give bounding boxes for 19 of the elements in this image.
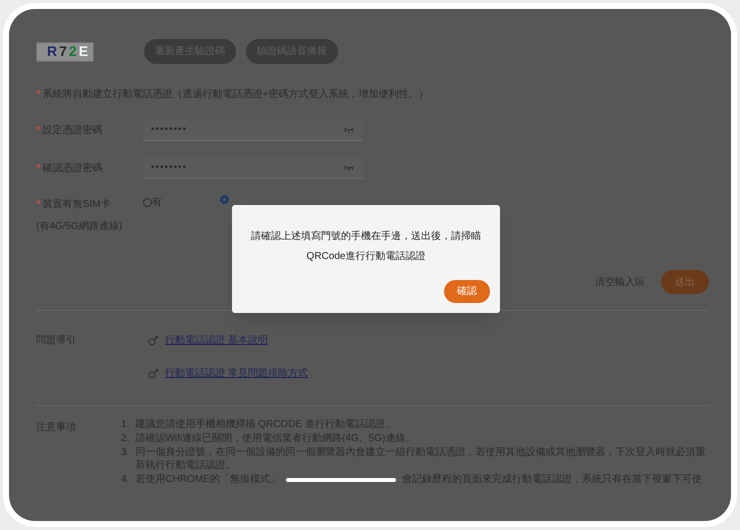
password-value: ••••••••	[151, 123, 188, 137]
radio-button[interactable]	[220, 195, 229, 204]
required-asterisk: *	[36, 196, 41, 213]
required-asterisk: *	[36, 86, 41, 103]
help-link[interactable]: 行動電話認證 基本說明	[165, 333, 268, 348]
male-symbol-icon	[148, 368, 159, 379]
radio-button[interactable]	[143, 198, 152, 207]
password-field[interactable]: ••••••••	[143, 119, 363, 141]
required-asterisk: *	[36, 122, 41, 139]
required-asterisk: *	[36, 160, 41, 177]
male-symbol-icon	[148, 335, 159, 346]
dialog-message: 請確認上述填寫門號的手機在手邊，送出後，請掃瞄QRCode進行行動電話認證	[250, 230, 482, 264]
confirm-button[interactable]: 確認	[444, 280, 490, 303]
password-value: ••••••••	[151, 161, 188, 175]
help-link[interactable]: 行動電話認證 常見問題排除方式	[165, 366, 308, 381]
password-field[interactable]: ••••••••	[143, 157, 363, 179]
hidden-eye-icon[interactable]	[343, 164, 355, 172]
hidden-eye-icon[interactable]	[343, 126, 355, 134]
captcha-image: R72 E	[36, 42, 94, 62]
